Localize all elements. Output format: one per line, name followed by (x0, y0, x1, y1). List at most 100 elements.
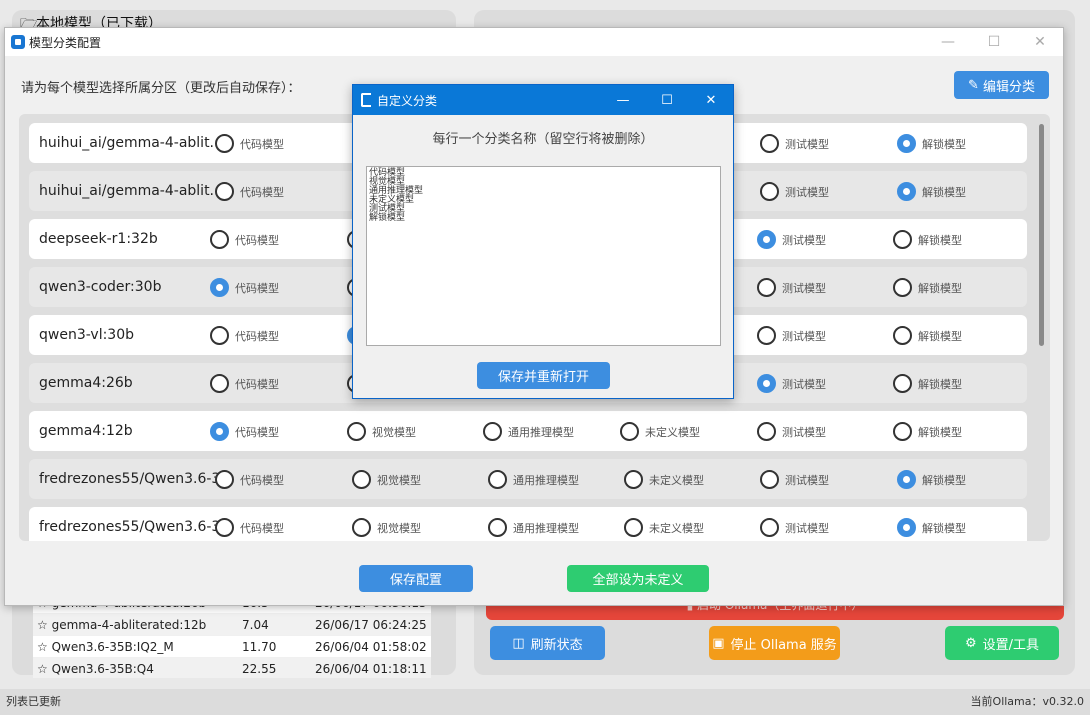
stop-ollama-button[interactable]: ▣ 停止 Ollama 服务 (709, 626, 840, 660)
radio-button[interactable] (893, 326, 912, 345)
category-radio-option[interactable]: 视觉模型 (352, 470, 421, 489)
category-radio-option[interactable]: 解锁模型 (893, 326, 962, 345)
config-titlebar[interactable]: 模型分类配置 — ☐ ✕ (5, 28, 1063, 56)
category-radio-option[interactable]: 解锁模型 (893, 230, 962, 249)
category-radio-option[interactable]: 通用推理模型 (488, 470, 579, 489)
category-radio-option[interactable]: 解锁模型 (893, 374, 962, 393)
radio-button[interactable] (352, 518, 371, 537)
radio-button[interactable] (760, 518, 779, 537)
category-radio-option[interactable]: 代码模型 (210, 326, 279, 345)
minimize-icon[interactable]: — (925, 28, 971, 56)
radio-button[interactable] (893, 278, 912, 297)
radio-button[interactable] (620, 422, 639, 441)
radio-button[interactable] (897, 470, 916, 489)
category-radio-option[interactable]: 解锁模型 (897, 182, 966, 201)
category-radio-option[interactable]: 未定义模型 (624, 470, 704, 489)
radio-button[interactable] (760, 134, 779, 153)
refresh-status-button[interactable]: ◫ 刷新状态 (490, 626, 605, 660)
category-radio-option[interactable]: 测试模型 (757, 278, 826, 297)
radio-button[interactable] (215, 134, 234, 153)
category-radio-option[interactable]: 测试模型 (757, 326, 826, 345)
table-row[interactable]: ☆ Qwen3.6-35B:IQ2_M 11.70 26/06/04 01:58:0… (33, 636, 431, 658)
list-scrollbar[interactable] (1039, 124, 1044, 346)
category-radio-option[interactable]: 测试模型 (760, 518, 829, 537)
category-radio-option[interactable]: 测试模型 (757, 230, 826, 249)
radio-button[interactable] (897, 182, 916, 201)
radio-button[interactable] (760, 470, 779, 489)
config-title: 模型分类配置 (29, 35, 102, 50)
settings-tools-button[interactable]: ⚙ 设置/工具 (945, 626, 1059, 660)
category-radio-option[interactable]: 代码模型 (215, 134, 284, 153)
set-all-undefined-button[interactable]: 全部设为未定义 (567, 565, 709, 592)
category-radio-option[interactable]: 代码模型 (215, 470, 284, 489)
radio-button[interactable] (624, 518, 643, 537)
radio-button[interactable] (897, 134, 916, 153)
category-radio-option[interactable]: 代码模型 (210, 230, 279, 249)
radio-button[interactable] (215, 470, 234, 489)
table-cell-size: 7.04 (242, 617, 269, 632)
category-radio-option[interactable]: 通用推理模型 (483, 422, 574, 441)
close-icon[interactable]: ✕ (1017, 28, 1063, 56)
radio-button[interactable] (757, 230, 776, 249)
radio-button[interactable] (352, 470, 371, 489)
category-radio-option[interactable]: 通用推理模型 (488, 518, 579, 537)
category-label: 代码模型 (235, 377, 279, 391)
radio-button[interactable] (757, 374, 776, 393)
category-radio-option[interactable]: 测试模型 (760, 134, 829, 153)
radio-button[interactable] (483, 422, 502, 441)
category-radio-option[interactable]: 解锁模型 (897, 470, 966, 489)
category-radio-option[interactable]: 代码模型 (210, 422, 279, 441)
edit-categories-button[interactable]: ✎ 编辑分类 (954, 71, 1049, 99)
dialog-minimize-icon[interactable]: — (601, 85, 645, 115)
category-radio-option[interactable]: 解锁模型 (893, 422, 962, 441)
category-radio-option[interactable]: 测试模型 (760, 470, 829, 489)
category-radio-option[interactable]: 视觉模型 (352, 518, 421, 537)
table-row[interactable]: ☆ Qwen3.6-35B:Q4 22.55 26/06/04 01:18:11 (33, 658, 431, 678)
radio-button[interactable] (624, 470, 643, 489)
radio-button[interactable] (210, 326, 229, 345)
radio-button[interactable] (757, 278, 776, 297)
radio-button[interactable] (215, 182, 234, 201)
category-radio-option[interactable]: 代码模型 (215, 182, 284, 201)
category-radio-option[interactable]: 测试模型 (757, 374, 826, 393)
radio-button[interactable] (893, 374, 912, 393)
radio-button[interactable] (897, 518, 916, 537)
category-radio-option[interactable]: 视觉模型 (347, 422, 416, 441)
category-radio-option[interactable]: 解锁模型 (893, 278, 962, 297)
category-radio-option[interactable]: 测试模型 (760, 182, 829, 201)
save-config-button[interactable]: 保存配置 (359, 565, 473, 592)
radio-button[interactable] (210, 278, 229, 297)
dialog-close-icon[interactable]: ✕ (689, 85, 733, 115)
maximize-icon[interactable]: ☐ (971, 28, 1017, 56)
table-cell-name: ☆ gemma-4-abliterated:12b (37, 617, 207, 632)
radio-button[interactable] (893, 422, 912, 441)
category-radio-option[interactable]: 未定义模型 (624, 518, 704, 537)
status-text: 列表已更新 (6, 695, 61, 708)
table-row[interactable]: ☆ gemma-4-abliterated:12b 7.04 26/06/17 06… (33, 614, 431, 636)
dialog-titlebar[interactable]: 自定义分类 — ☐ ✕ (353, 85, 733, 115)
category-radio-option[interactable]: 未定义模型 (620, 422, 700, 441)
radio-button[interactable] (347, 422, 366, 441)
category-label: 未定义模型 (649, 521, 704, 535)
category-textarea[interactable]: 代码模型 视觉模型 通用推理模型 未定义模型 测试模型 解锁模型 (366, 166, 721, 346)
category-radio-option[interactable]: 代码模型 (210, 374, 279, 393)
radio-button[interactable] (210, 422, 229, 441)
category-radio-option[interactable]: 代码模型 (210, 278, 279, 297)
radio-button[interactable] (488, 518, 507, 537)
radio-button[interactable] (757, 326, 776, 345)
category-radio-option[interactable]: 测试模型 (757, 422, 826, 441)
dialog-maximize-icon[interactable]: ☐ (645, 85, 689, 115)
radio-button[interactable] (488, 470, 507, 489)
table-cell-size: 11.70 (242, 639, 277, 654)
category-radio-option[interactable]: 解锁模型 (897, 518, 966, 537)
model-name: deepseek-r1:32b (39, 231, 158, 247)
category-radio-option[interactable]: 解锁模型 (897, 134, 966, 153)
radio-button[interactable] (215, 518, 234, 537)
radio-button[interactable] (210, 230, 229, 249)
save-reopen-button[interactable]: 保存并重新打开 (477, 362, 610, 389)
radio-button[interactable] (210, 374, 229, 393)
radio-button[interactable] (893, 230, 912, 249)
radio-button[interactable] (760, 182, 779, 201)
radio-button[interactable] (757, 422, 776, 441)
category-radio-option[interactable]: 代码模型 (215, 518, 284, 537)
